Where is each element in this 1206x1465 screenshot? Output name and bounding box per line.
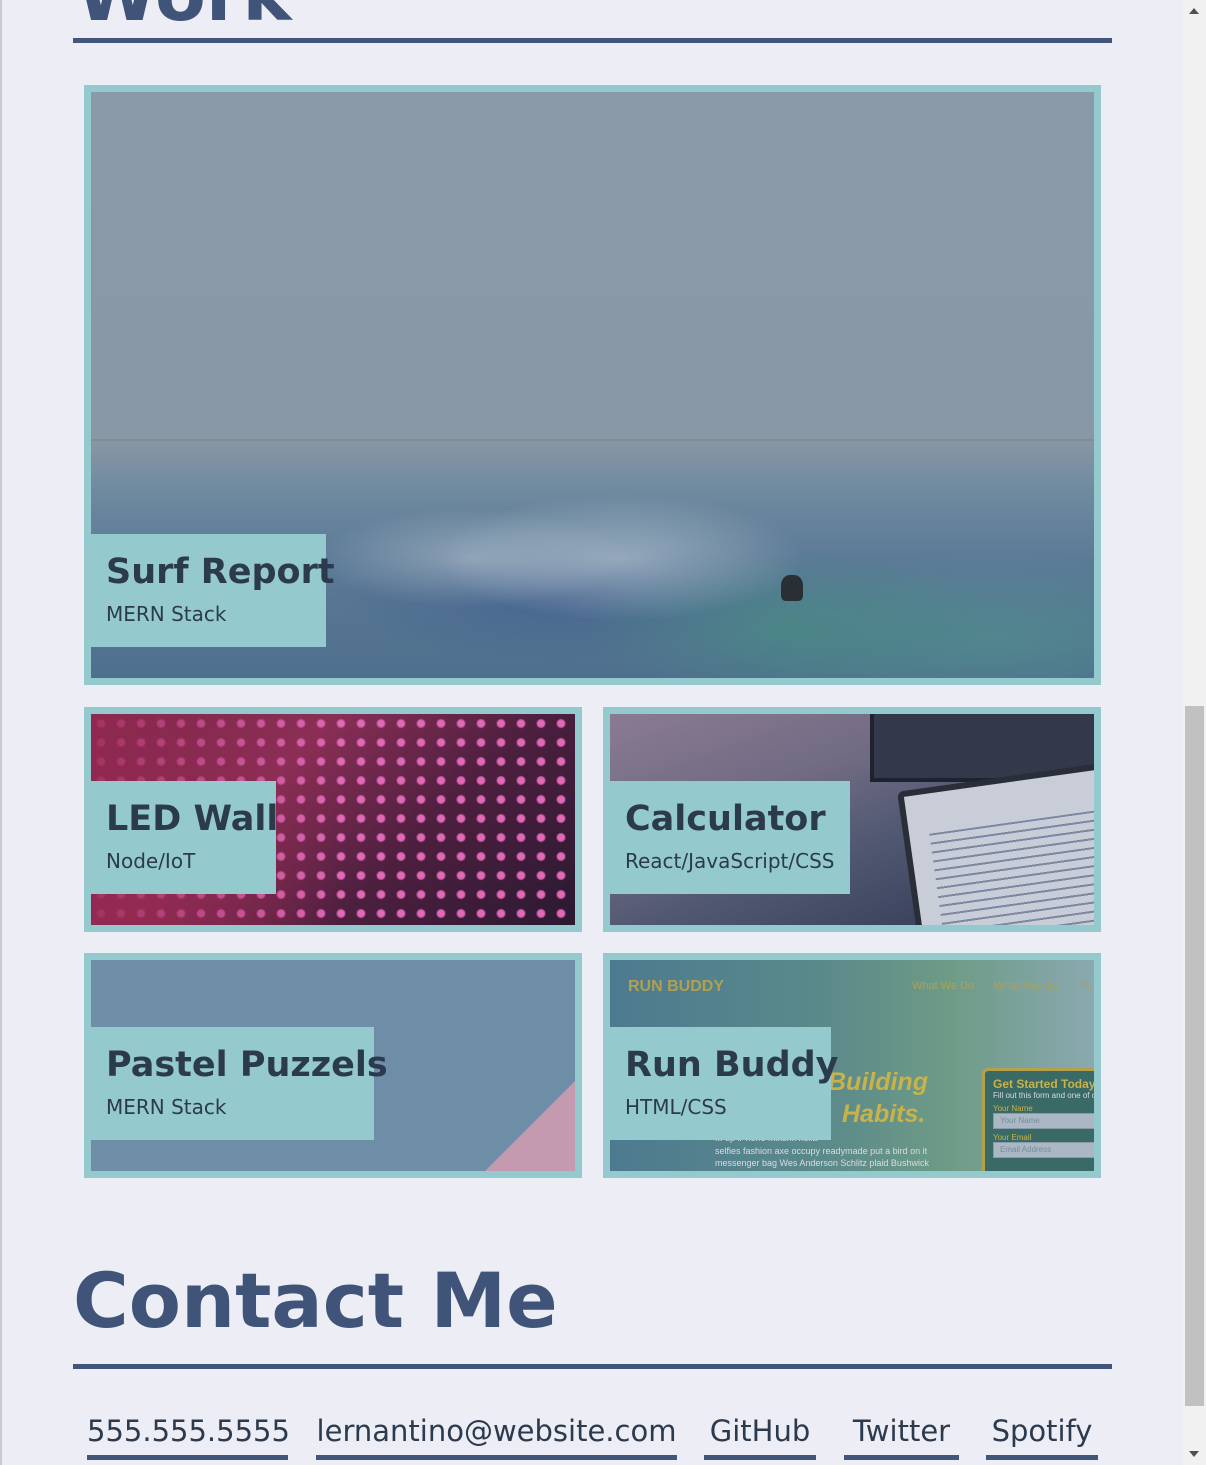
- project-title: Run Buddy: [625, 1045, 839, 1085]
- project-subtitle: MERN Stack: [106, 602, 227, 626]
- contact-phone-link[interactable]: 555.555.5555: [87, 1413, 290, 1449]
- project-card-pastel-puzzels[interactable]: Pastel Puzzels MERN Stack: [84, 953, 582, 1178]
- project-card-led-wall[interactable]: LED Wall Node/IoT: [84, 707, 582, 932]
- link-underline: [316, 1455, 677, 1460]
- project-subtitle: HTML/CSS: [625, 1095, 727, 1119]
- page: Work Surf Report MERN Stack LED Wall Nod…: [0, 0, 1183, 1465]
- run-buddy-name-label: Your Name: [993, 1104, 1033, 1113]
- scroll-down-arrow-icon[interactable]: [1189, 1451, 1199, 1457]
- project-caption: LED Wall Node/IoT: [91, 781, 279, 894]
- project-subtitle: React/JavaScript/CSS: [625, 849, 835, 873]
- link-underline: [704, 1455, 816, 1460]
- project-title: Surf Report: [106, 552, 335, 592]
- run-buddy-form-title: Get Started Today: [993, 1077, 1096, 1091]
- work-heading-rule: [73, 38, 1112, 43]
- project-caption: Run Buddy HTML/CSS: [610, 1027, 839, 1140]
- vertical-scrollbar[interactable]: [1183, 0, 1206, 1465]
- project-card-run-buddy[interactable]: RUN BUDDY What We Do What You Do Yo Buil…: [603, 953, 1101, 1178]
- project-card-calculator[interactable]: Calculator React/JavaScript/CSS: [603, 707, 1101, 932]
- link-underline: [986, 1455, 1098, 1460]
- link-underline: [87, 1455, 288, 1460]
- run-buddy-nav-item: What You Do: [994, 980, 1059, 992]
- window-edge: [0, 0, 2, 1465]
- run-buddy-email-field: Email Address: [993, 1142, 1094, 1158]
- contact-heading-rule: [73, 1364, 1112, 1369]
- project-title: Pastel Puzzels: [106, 1045, 388, 1085]
- contact-email-link[interactable]: lernantino@website.com: [316, 1413, 677, 1449]
- project-caption: Pastel Puzzels MERN Stack: [91, 1027, 388, 1140]
- project-title: LED Wall: [106, 799, 279, 839]
- surfer-figure: [781, 575, 803, 601]
- run-buddy-form-subtitle: Fill out this form and one of o: [993, 1091, 1097, 1100]
- scrollbar-thumb[interactable]: [1185, 706, 1204, 1406]
- contact-twitter-link[interactable]: Twitter: [844, 1413, 959, 1449]
- run-buddy-brand: RUN BUDDY: [628, 978, 724, 995]
- run-buddy-email-label: Your Email: [993, 1133, 1032, 1142]
- link-underline: [844, 1455, 959, 1460]
- contact-spotify-link[interactable]: Spotify: [986, 1413, 1098, 1449]
- run-buddy-nav-item: Yo: [1080, 980, 1093, 992]
- project-card-surf-report[interactable]: Surf Report MERN Stack: [84, 85, 1101, 685]
- pastel-triangle-graphic: [485, 1081, 575, 1171]
- project-caption: Surf Report MERN Stack: [91, 534, 335, 647]
- contact-github-link[interactable]: GitHub: [704, 1413, 816, 1449]
- project-subtitle: Node/IoT: [106, 849, 196, 873]
- project-subtitle: MERN Stack: [106, 1095, 227, 1119]
- project-caption: Calculator React/JavaScript/CSS: [610, 781, 850, 894]
- run-buddy-name-field: Your Name: [993, 1113, 1094, 1129]
- run-buddy-hero-line: Habits.: [842, 1100, 926, 1128]
- work-heading: Work: [76, 0, 292, 32]
- contact-heading: Contact Me: [73, 1256, 558, 1345]
- laptop-screen-graphic: [897, 758, 1094, 925]
- code-lines-graphic: [929, 808, 1094, 925]
- run-buddy-form: Get Started Today Fill out this form and…: [982, 1068, 1097, 1171]
- run-buddy-hero-line: Building: [828, 1068, 928, 1096]
- run-buddy-nav-item: What We Do: [912, 980, 975, 992]
- run-buddy-body-line: selfies fashion axe occupy readymade put…: [715, 1146, 928, 1156]
- project-title: Calculator: [625, 799, 826, 839]
- run-buddy-body-line: messenger bag Wes Anderson Schlitz plaid…: [715, 1158, 929, 1168]
- scroll-up-arrow-icon[interactable]: [1189, 8, 1199, 14]
